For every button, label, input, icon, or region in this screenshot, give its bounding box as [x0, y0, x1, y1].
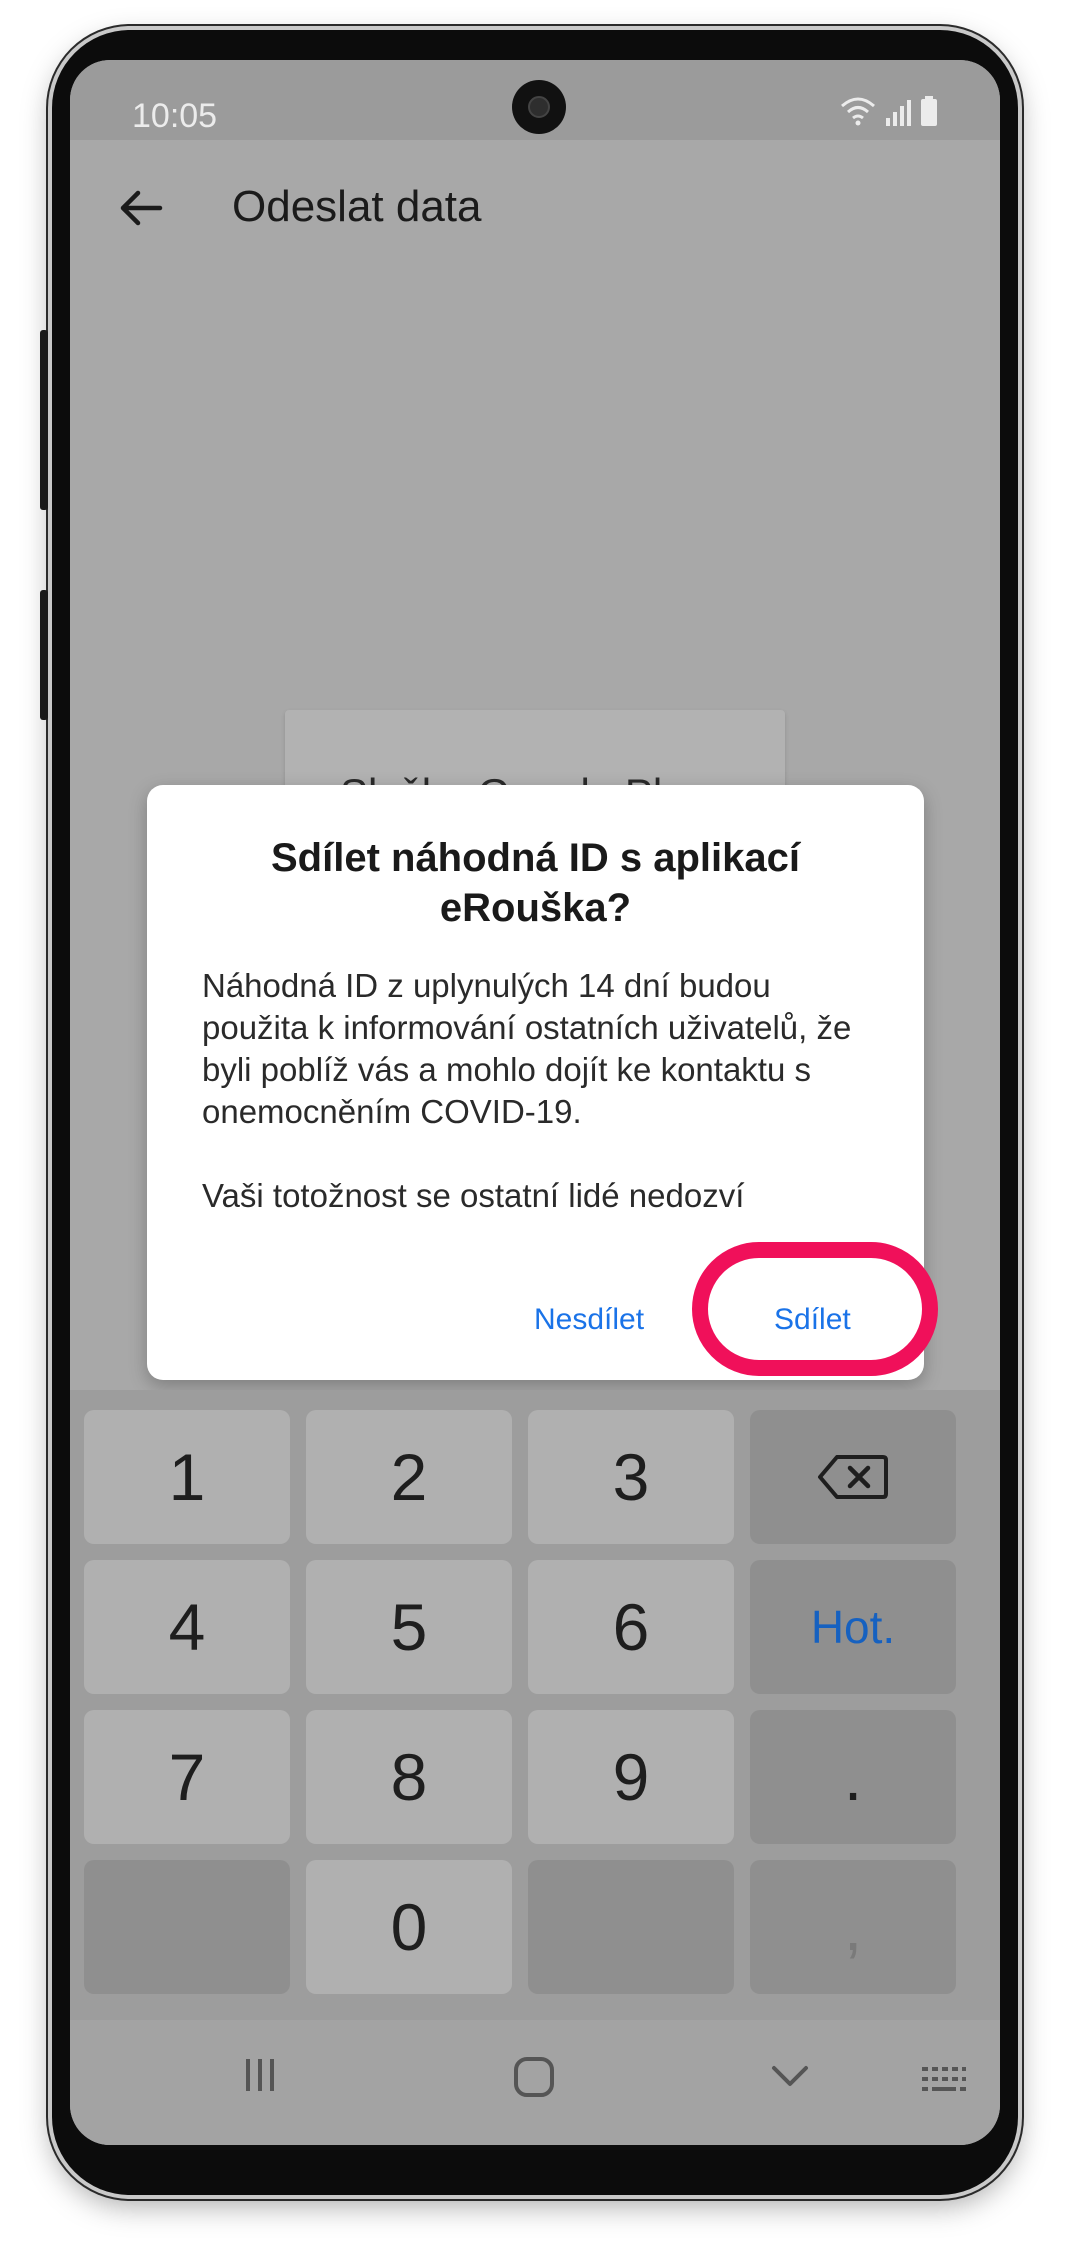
- signal-icon: [886, 100, 911, 126]
- volume-button: [40, 330, 48, 510]
- numeric-keypad: 1 2 3 4 5 6 Hot. 7 8 9 . 0 ,: [70, 1390, 1000, 2020]
- hide-keyboard-icon[interactable]: [770, 2062, 810, 2092]
- blank-key-right: [528, 1860, 734, 1994]
- navigation-bar: [70, 2020, 1000, 2145]
- wifi-icon: [841, 97, 875, 126]
- key-9[interactable]: 9: [528, 1710, 734, 1844]
- highlight-ring: [692, 1242, 938, 1376]
- recent-apps-icon[interactable]: [240, 2055, 280, 2095]
- home-icon[interactable]: [512, 2055, 556, 2099]
- page-title: Odeslat data: [232, 182, 482, 231]
- status-icons: [840, 96, 938, 126]
- key-7[interactable]: 7: [84, 1710, 290, 1844]
- status-time: 10:05: [132, 97, 218, 135]
- key-5[interactable]: 5: [306, 1560, 512, 1694]
- status-bar: 10:05: [70, 60, 1000, 140]
- dialog-body: Náhodná ID z uplynulých 14 dní budou pou…: [202, 967, 852, 1214]
- key-2[interactable]: 2: [306, 1410, 512, 1544]
- period-key[interactable]: .: [750, 1710, 956, 1844]
- key-1[interactable]: 1: [84, 1410, 290, 1544]
- blank-key-left: [84, 1860, 290, 1994]
- dialog-title: Sdílet náhodná ID s aplikací eRouška?: [270, 836, 801, 930]
- screen: 10:05 Odeslat data Sdílet náhodná ID s a…: [70, 60, 1000, 2145]
- front-camera: [512, 80, 566, 134]
- done-key[interactable]: Hot.: [750, 1560, 956, 1694]
- backspace-key[interactable]: [750, 1410, 956, 1544]
- dialog-body-scroll[interactable]: Náhodná ID z uplynulých 14 dní budou pou…: [202, 965, 882, 1270]
- comma-key[interactable]: ,: [750, 1860, 956, 1994]
- battery-icon: [921, 96, 937, 126]
- key-3[interactable]: 3: [528, 1410, 734, 1544]
- keyboard-icon[interactable]: [920, 2065, 968, 2095]
- backspace-icon: [818, 1455, 888, 1499]
- app-bar: Odeslat data: [70, 140, 1000, 290]
- decline-button[interactable]: Nesdílet: [534, 1303, 644, 1337]
- key-6[interactable]: 6: [528, 1560, 734, 1694]
- key-4[interactable]: 4: [84, 1560, 290, 1694]
- key-8[interactable]: 8: [306, 1710, 512, 1844]
- power-button: [40, 590, 48, 720]
- back-arrow-icon[interactable]: [110, 178, 170, 238]
- key-0[interactable]: 0: [306, 1860, 512, 1994]
